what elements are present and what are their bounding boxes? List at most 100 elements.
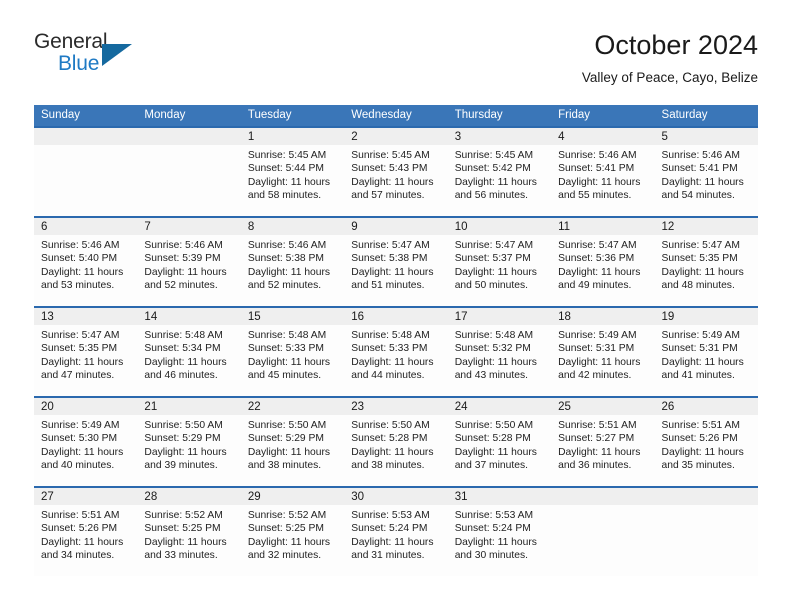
sunset-time: Sunset: 5:28 PM bbox=[351, 433, 428, 445]
calendar-day-cell[interactable]: 8 Sunrise: 5:46 AM Sunset: 5:38 PM Daylight… bbox=[240, 216, 345, 307]
daylight-duration-line2: and 43 minutes. bbox=[454, 369, 528, 381]
calendar-day-cell[interactable]: 2 Sunrise: 5:45 AM Sunset: 5:43 PM Daylight… bbox=[344, 126, 448, 217]
logo-triangle-icon bbox=[102, 44, 132, 66]
daylight-duration-line1: Daylight: 11 hours bbox=[454, 446, 537, 458]
calendar-day-cell[interactable]: 24 Sunrise: 5:50 AM Sunset: 5:28 PM Dayligh… bbox=[447, 396, 552, 487]
calendar-day-cell[interactable]: 31 Sunrise: 5:53 AM Sunset: 5:24 PM Dayligh… bbox=[447, 486, 552, 577]
calendar-day-cell-empty bbox=[137, 126, 241, 217]
day-details: Sunrise: 5:51 AM Sunset: 5:26 PM Daylight:… bbox=[655, 415, 758, 472]
daylight-duration-line2: and 53 minutes. bbox=[41, 279, 115, 291]
calendar-day-cell[interactable]: 5 Sunrise: 5:46 AM Sunset: 5:41 PM Daylight… bbox=[654, 126, 758, 217]
calendar-day-cell[interactable]: 16 Sunrise: 5:48 AM Sunset: 5:33 PM Dayligh… bbox=[344, 306, 448, 397]
day-number: 30 bbox=[344, 488, 448, 505]
calendar-day-cell[interactable]: 6 Sunrise: 5:46 AM Sunset: 5:40 PM Daylight… bbox=[34, 216, 138, 307]
day-number: 13 bbox=[34, 308, 138, 325]
day-number: 17 bbox=[447, 308, 552, 325]
day-details: Sunrise: 5:50 AM Sunset: 5:29 PM Daylight:… bbox=[137, 415, 240, 472]
calendar-day-cell[interactable]: 17 Sunrise: 5:48 AM Sunset: 5:32 PM Dayligh… bbox=[447, 306, 552, 397]
general-blue-logo[interactable]: General Blue bbox=[34, 30, 164, 86]
day-number: 7 bbox=[137, 218, 241, 235]
calendar-day-cell[interactable]: 7 Sunrise: 5:46 AM Sunset: 5:39 PM Daylight… bbox=[137, 216, 241, 307]
day-number: 18 bbox=[551, 308, 655, 325]
day-number: 28 bbox=[137, 488, 241, 505]
calendar-day-cell[interactable]: 4 Sunrise: 5:46 AM Sunset: 5:41 PM Daylight… bbox=[551, 126, 655, 217]
day-box: 13 Sunrise: 5:47 AM Sunset: 5:35 PM Dayligh… bbox=[34, 308, 138, 396]
weekday-header-saturday: Saturday bbox=[654, 105, 758, 127]
calendar-day-cell[interactable]: 14 Sunrise: 5:48 AM Sunset: 5:34 PM Dayligh… bbox=[137, 306, 241, 397]
day-details: Sunrise: 5:50 AM Sunset: 5:29 PM Daylight:… bbox=[241, 415, 344, 472]
calendar-day-cell[interactable]: 9 Sunrise: 5:47 AM Sunset: 5:38 PM Daylight… bbox=[344, 216, 448, 307]
day-details bbox=[137, 145, 240, 149]
sunrise-time: Sunrise: 5:48 AM bbox=[144, 330, 223, 341]
calendar-body: 1 Sunrise: 5:45 AM Sunset: 5:44 PM Daylight… bbox=[34, 126, 758, 577]
calendar-day-cell[interactable]: 29 Sunrise: 5:52 AM Sunset: 5:25 PM Dayligh… bbox=[240, 486, 345, 577]
sunset-time: Sunset: 5:24 PM bbox=[454, 523, 531, 535]
day-details: Sunrise: 5:46 AM Sunset: 5:38 PM Daylight:… bbox=[241, 235, 344, 292]
calendar-day-cell[interactable]: 12 Sunrise: 5:47 AM Sunset: 5:35 PM Dayligh… bbox=[654, 216, 758, 307]
daylight-duration-line1: Daylight: 11 hours bbox=[661, 266, 744, 278]
day-box: 8 Sunrise: 5:46 AM Sunset: 5:38 PM Daylight… bbox=[240, 218, 345, 306]
daylight-duration-line2: and 54 minutes. bbox=[661, 189, 735, 201]
day-number: 4 bbox=[551, 128, 655, 145]
sunset-time: Sunset: 5:30 PM bbox=[41, 433, 118, 445]
day-box: 3 Sunrise: 5:45 AM Sunset: 5:42 PM Daylight… bbox=[447, 128, 552, 216]
day-details bbox=[34, 145, 137, 149]
sunrise-time: Sunrise: 5:46 AM bbox=[144, 240, 223, 251]
day-number: 20 bbox=[34, 398, 138, 415]
sunset-time: Sunset: 5:33 PM bbox=[351, 343, 428, 355]
sunset-time: Sunset: 5:34 PM bbox=[144, 343, 221, 355]
daylight-duration-line1: Daylight: 11 hours bbox=[558, 356, 641, 368]
daylight-duration-line2: and 33 minutes. bbox=[144, 549, 218, 561]
day-box: 7 Sunrise: 5:46 AM Sunset: 5:39 PM Daylight… bbox=[137, 218, 241, 306]
weekday-header-sunday: Sunday bbox=[34, 105, 138, 127]
day-number: 22 bbox=[240, 398, 345, 415]
calendar-day-cell[interactable]: 1 Sunrise: 5:45 AM Sunset: 5:44 PM Daylight… bbox=[240, 126, 345, 217]
daylight-duration-line1: Daylight: 11 hours bbox=[558, 266, 641, 278]
day-details: Sunrise: 5:50 AM Sunset: 5:28 PM Daylight:… bbox=[344, 415, 447, 472]
day-box: 27 Sunrise: 5:51 AM Sunset: 5:26 PM Dayligh… bbox=[34, 488, 138, 576]
calendar-day-cell[interactable]: 19 Sunrise: 5:49 AM Sunset: 5:31 PM Dayligh… bbox=[654, 306, 758, 397]
day-details: Sunrise: 5:49 AM Sunset: 5:31 PM Daylight:… bbox=[655, 325, 758, 382]
calendar-day-cell[interactable]: 25 Sunrise: 5:51 AM Sunset: 5:27 PM Dayligh… bbox=[551, 396, 655, 487]
day-number: 8 bbox=[240, 218, 345, 235]
calendar-day-cell[interactable]: 27 Sunrise: 5:51 AM Sunset: 5:26 PM Dayligh… bbox=[34, 486, 138, 577]
calendar-day-cell[interactable]: 30 Sunrise: 5:53 AM Sunset: 5:24 PM Dayligh… bbox=[344, 486, 448, 577]
calendar-day-cell[interactable]: 22 Sunrise: 5:50 AM Sunset: 5:29 PM Dayligh… bbox=[240, 396, 345, 487]
day-number: 1 bbox=[240, 128, 345, 145]
calendar-day-cell[interactable]: 11 Sunrise: 5:47 AM Sunset: 5:36 PM Dayligh… bbox=[551, 216, 655, 307]
day-box: 21 Sunrise: 5:50 AM Sunset: 5:29 PM Dayligh… bbox=[137, 398, 241, 486]
sunrise-time: Sunrise: 5:47 AM bbox=[41, 330, 120, 341]
sunrise-time: Sunrise: 5:50 AM bbox=[247, 420, 327, 431]
day-number bbox=[137, 128, 241, 145]
day-details: Sunrise: 5:50 AM Sunset: 5:28 PM Daylight:… bbox=[448, 415, 551, 472]
calendar-day-cell[interactable]: 23 Sunrise: 5:50 AM Sunset: 5:28 PM Dayligh… bbox=[344, 396, 448, 487]
calendar-day-cell[interactable]: 15 Sunrise: 5:48 AM Sunset: 5:33 PM Dayligh… bbox=[240, 306, 345, 397]
day-number: 9 bbox=[344, 218, 448, 235]
sunset-time: Sunset: 5:37 PM bbox=[454, 253, 531, 265]
calendar-page: General Blue October 2024 Valley of Peac… bbox=[0, 0, 792, 612]
calendar-day-cell[interactable]: 26 Sunrise: 5:51 AM Sunset: 5:26 PM Dayligh… bbox=[654, 396, 758, 487]
sunrise-time: Sunrise: 5:51 AM bbox=[41, 510, 120, 521]
sunset-time: Sunset: 5:25 PM bbox=[144, 523, 221, 535]
calendar-day-cell[interactable]: 13 Sunrise: 5:47 AM Sunset: 5:35 PM Dayligh… bbox=[34, 306, 138, 397]
calendar-day-cell[interactable]: 10 Sunrise: 5:47 AM Sunset: 5:37 PM Dayligh… bbox=[447, 216, 552, 307]
day-box: 11 Sunrise: 5:47 AM Sunset: 5:36 PM Dayligh… bbox=[551, 218, 655, 306]
calendar-week-row: 1 Sunrise: 5:45 AM Sunset: 5:44 PM Daylight… bbox=[34, 126, 758, 217]
day-number: 23 bbox=[344, 398, 448, 415]
calendar-day-cell[interactable]: 28 Sunrise: 5:52 AM Sunset: 5:25 PM Dayligh… bbox=[137, 486, 241, 577]
sunrise-time: Sunrise: 5:46 AM bbox=[247, 240, 327, 251]
day-number bbox=[34, 128, 138, 145]
sunrise-time: Sunrise: 5:47 AM bbox=[661, 240, 740, 251]
day-number: 19 bbox=[654, 308, 758, 325]
page-subtitle: Valley of Peace, Cayo, Belize bbox=[581, 70, 758, 85]
calendar-day-cell[interactable]: 21 Sunrise: 5:50 AM Sunset: 5:29 PM Dayligh… bbox=[137, 396, 241, 487]
calendar-day-cell[interactable]: 18 Sunrise: 5:49 AM Sunset: 5:31 PM Dayligh… bbox=[551, 306, 655, 397]
sunset-time: Sunset: 5:31 PM bbox=[558, 343, 635, 355]
daylight-duration-line1: Daylight: 11 hours bbox=[41, 266, 124, 278]
day-box: 1 Sunrise: 5:45 AM Sunset: 5:44 PM Daylight… bbox=[240, 128, 345, 216]
sunrise-time: Sunrise: 5:47 AM bbox=[558, 240, 637, 251]
calendar-day-cell[interactable]: 20 Sunrise: 5:49 AM Sunset: 5:30 PM Dayligh… bbox=[34, 396, 138, 487]
day-details: Sunrise: 5:49 AM Sunset: 5:30 PM Daylight:… bbox=[34, 415, 137, 472]
daylight-duration-line2: and 58 minutes. bbox=[247, 189, 322, 201]
calendar-day-cell[interactable]: 3 Sunrise: 5:45 AM Sunset: 5:42 PM Daylight… bbox=[447, 126, 552, 217]
